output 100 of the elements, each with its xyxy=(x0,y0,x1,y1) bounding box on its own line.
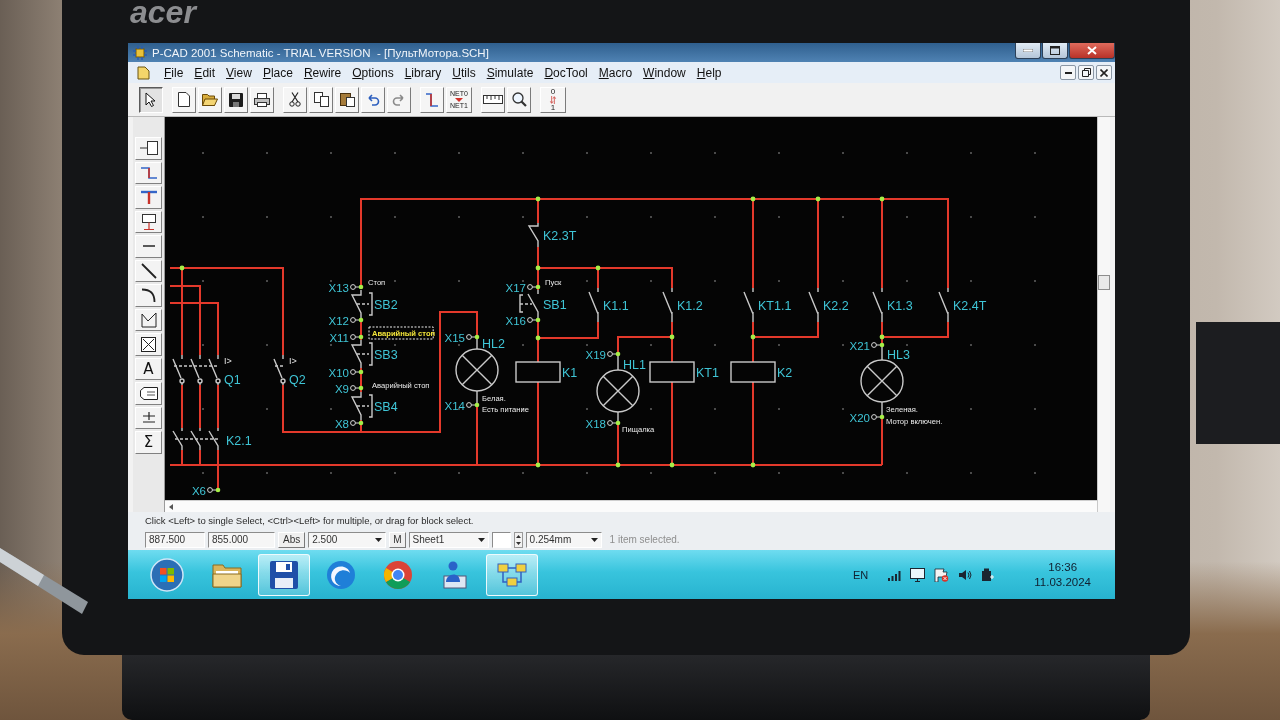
menu-item[interactable]: Options xyxy=(352,65,394,80)
restore-icon xyxy=(1081,68,1091,77)
tool-button[interactable] xyxy=(135,235,162,258)
ruler-icon xyxy=(483,95,503,104)
relay-coil-symbol xyxy=(730,361,776,383)
vertical-scrollbar[interactable] xyxy=(1097,117,1110,512)
terminal-icon xyxy=(350,420,364,426)
menu-item[interactable]: Help xyxy=(696,65,722,80)
line-width-dropdown[interactable]: 0.254mm xyxy=(525,531,602,548)
menu-item[interactable]: Place xyxy=(262,65,293,80)
pushbutton-symbol xyxy=(350,391,373,421)
close-button[interactable] xyxy=(1069,43,1115,59)
maximize-button[interactable] xyxy=(1042,43,1068,59)
text-tool-button[interactable]: Σ xyxy=(135,431,162,454)
paste-button[interactable] xyxy=(335,86,359,113)
menu-item[interactable]: Rewire xyxy=(303,65,342,80)
menu-item[interactable]: Window xyxy=(643,65,686,80)
print-button[interactable] xyxy=(250,86,274,113)
maximize-icon xyxy=(1050,46,1060,55)
new-button[interactable] xyxy=(172,86,196,113)
save-button[interactable] xyxy=(224,86,248,113)
zoom-button[interactable] xyxy=(507,86,531,113)
terminal-icon xyxy=(350,385,364,391)
junction-dot xyxy=(750,334,756,340)
swirl-orb-icon xyxy=(326,559,356,590)
input-field[interactable] xyxy=(491,531,511,548)
flag-icon[interactable] xyxy=(934,567,950,582)
menu-item[interactable]: File xyxy=(164,65,184,80)
close-button[interactable] xyxy=(1096,65,1112,80)
battery-icon[interactable] xyxy=(981,567,996,582)
component-ref: K1 xyxy=(562,366,578,380)
clock-time[interactable]: 16:36 xyxy=(1048,559,1078,575)
terminal-label: X16 xyxy=(505,314,526,327)
menu-item[interactable]: Simulate xyxy=(486,65,534,80)
start-orb-icon xyxy=(150,557,184,592)
terminal-label: X8 xyxy=(334,417,349,430)
contact-symbol xyxy=(808,287,819,323)
cut-button[interactable] xyxy=(283,86,307,113)
measure-button[interactable] xyxy=(481,86,505,113)
terminal-label: X17 xyxy=(505,281,526,294)
speaker-icon[interactable] xyxy=(958,568,973,581)
tool-button[interactable] xyxy=(135,382,162,405)
clock-date[interactable]: 11.03.2024 xyxy=(1034,574,1091,590)
m-button[interactable]: M xyxy=(389,531,406,548)
copy-button[interactable] xyxy=(309,86,333,113)
tool-button[interactable] xyxy=(135,333,162,356)
horizontal-scrollbar[interactable] xyxy=(165,500,1097,512)
minimize-button[interactable] xyxy=(1060,65,1076,80)
component-ref: Q2 xyxy=(289,373,306,387)
component-ref: HL2 xyxy=(482,337,505,351)
open-button[interactable] xyxy=(198,86,222,113)
menu-item[interactable]: DocTool xyxy=(544,65,588,80)
menu-item[interactable]: Utils xyxy=(452,65,476,80)
restore-button[interactable] xyxy=(1078,65,1094,80)
sheet-dropdown[interactable]: Sheet1 xyxy=(408,531,489,548)
component-ref: SB2 xyxy=(374,298,398,312)
brand-logo: acer xyxy=(130,0,196,27)
undo-arrow-icon xyxy=(366,93,380,106)
terminal-label: X10 xyxy=(328,366,349,379)
tool-button[interactable] xyxy=(135,308,162,331)
pushbutton-symbol xyxy=(350,289,373,319)
wire-button[interactable] xyxy=(420,86,444,113)
arc-icon xyxy=(141,287,156,303)
spinner-icon[interactable] xyxy=(513,531,523,548)
logic-button[interactable]: 0 1 xyxy=(540,86,566,113)
text-tool-button[interactable]: A xyxy=(135,357,162,380)
terminal-icon xyxy=(207,487,221,493)
wire xyxy=(217,384,219,429)
start-button[interactable] xyxy=(148,555,186,594)
taskbar-button[interactable] xyxy=(258,553,310,596)
terminal-icon xyxy=(466,402,480,408)
undo-button[interactable] xyxy=(361,86,385,113)
terminal-label: X13 xyxy=(328,281,349,294)
circuit-breaker-symbol xyxy=(273,354,286,386)
contact-symbol xyxy=(872,287,883,323)
tool-button[interactable] xyxy=(135,137,162,160)
language-indicator[interactable]: EN xyxy=(853,568,869,581)
menu-item[interactable]: Library xyxy=(404,65,442,80)
abs-button[interactable]: Abs xyxy=(278,531,306,548)
taskbar-button[interactable] xyxy=(486,553,538,596)
junction-dot xyxy=(879,196,885,202)
terminal-icon xyxy=(607,351,621,357)
grid-dropdown[interactable]: 2.500 xyxy=(308,531,387,548)
menu-item[interactable]: Macro xyxy=(598,65,633,80)
trip-label: I> xyxy=(224,356,232,366)
status-hint: Click <Left> to single Select, <Ctrl><Left> for multiple, or drag for block select. xyxy=(144,514,475,528)
redo-button[interactable] xyxy=(387,86,411,113)
menu-item[interactable]: View xyxy=(226,65,252,80)
monitor-icon[interactable] xyxy=(910,567,926,582)
menu-item[interactable]: Edit xyxy=(194,65,216,80)
open-folder-icon xyxy=(202,93,218,106)
tool-button[interactable] xyxy=(135,210,162,233)
minimize-button[interactable] xyxy=(1015,43,1041,59)
tool-button[interactable] xyxy=(135,259,162,282)
scrollbar-thumb[interactable] xyxy=(1098,275,1110,290)
minimize-icon xyxy=(1064,71,1072,74)
select-button[interactable] xyxy=(139,86,163,113)
signal-bars-icon[interactable] xyxy=(887,568,902,581)
port-flag-icon xyxy=(140,213,157,230)
tool-button[interactable] xyxy=(135,284,162,307)
